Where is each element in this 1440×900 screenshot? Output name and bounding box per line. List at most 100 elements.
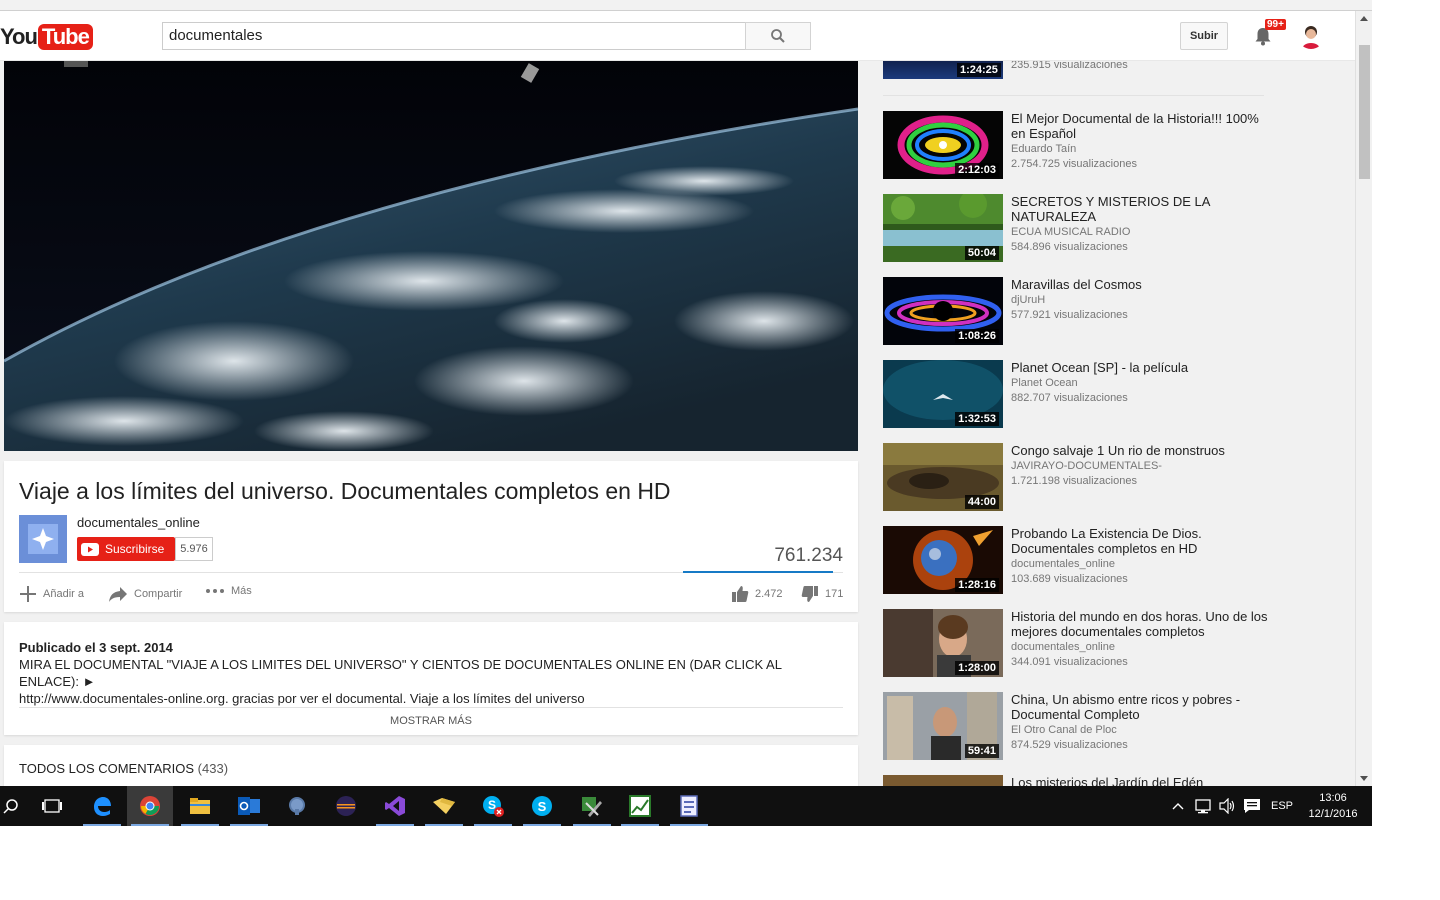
video-title[interactable]: El Mejor Documental de la Historia!!! 10…	[1011, 111, 1273, 141]
related-duration-top: 1:24:25	[957, 63, 1001, 77]
scroll-up-arrow-icon[interactable]	[1360, 16, 1368, 21]
video-thumbnail[interactable]: 1:32:53	[883, 360, 1003, 428]
description-text: MIRA EL DOCUMENTAL "VIAJE A LOS LIMITES …	[19, 656, 839, 707]
taskbar-running-indicator	[425, 824, 463, 826]
dislike-button[interactable]: 171	[801, 585, 843, 603]
taskbar-running-indicator	[621, 824, 659, 826]
scroll-down-arrow-icon[interactable]	[1360, 776, 1368, 781]
search-button[interactable]	[745, 22, 811, 50]
document-app-icon[interactable]	[666, 786, 712, 826]
video-views: 1.721.198 visualizaciones	[1011, 475, 1137, 487]
channel-name[interactable]: documentales_online	[77, 515, 200, 530]
related-video-item[interactable]: 50:04 SECRETOS Y MISTERIOS DE LA NATURAL…	[883, 194, 1273, 264]
video-title[interactable]: Maravillas del Cosmos	[1011, 277, 1273, 292]
video-title[interactable]: China, Un abismo entre ricos y pobres - …	[1011, 692, 1273, 722]
video-views: 584.896 visualizaciones	[1011, 241, 1128, 253]
show-hidden-icons-chevron-icon[interactable]	[1172, 786, 1184, 826]
related-video-item[interactable]: 2:12:03 El Mejor Documental de la Histor…	[883, 111, 1273, 181]
folder-app-icon[interactable]	[421, 786, 467, 826]
video-thumbnail[interactable]: 50:04	[883, 194, 1003, 262]
description-card: Publicado el 3 sept. 2014 MIRA EL DOCUME…	[4, 622, 858, 735]
task-view-icon[interactable]	[29, 786, 75, 826]
video-channel: Eduardo Taín	[1011, 143, 1077, 155]
file-explorer-icon[interactable]	[177, 786, 223, 826]
video-channel: JAVIRAYO-DOCUMENTALES-	[1011, 460, 1162, 472]
video-title[interactable]: Probando La Existencia De Dios. Document…	[1011, 526, 1273, 556]
video-duration: 1:28:00	[955, 661, 999, 675]
chrome-browser-icon[interactable]	[127, 786, 173, 826]
video-channel: El Otro Canal de Ploc	[1011, 724, 1117, 736]
like-button[interactable]: 2.472	[731, 585, 783, 603]
chart-app-icon[interactable]	[617, 786, 663, 826]
add-to-button[interactable]: Añadir a	[19, 585, 84, 603]
subscriber-count: 5.976	[175, 537, 213, 561]
video-views: 2.754.725 visualizaciones	[1011, 158, 1137, 170]
related-video-item[interactable]: 1:28:00 Historia del mundo en dos horas.…	[883, 609, 1273, 679]
subscribe-button[interactable]: Suscribirse	[77, 537, 175, 561]
action-center-icon[interactable]	[1243, 786, 1261, 826]
video-thumbnail[interactable]: 2:12:03	[883, 111, 1003, 179]
video-channel: ECUA MUSICAL RADIO	[1011, 226, 1131, 238]
video-title[interactable]: Historia del mundo en dos horas. Uno de …	[1011, 609, 1273, 639]
youtube-logo[interactable]: You Tube	[0, 23, 93, 51]
video-thumbnail[interactable]: 59:41	[883, 692, 1003, 760]
description-link-line[interactable]: http://www.documentales-online.org. grac…	[19, 690, 839, 707]
video-thumbnail[interactable]: 1:28:00	[883, 609, 1003, 677]
video-title[interactable]: Planet Ocean [SP] - la película	[1011, 360, 1273, 375]
bookmarks-bar	[0, 0, 1372, 11]
volume-icon[interactable]	[1218, 786, 1236, 826]
page-scrollbar[interactable]	[1355, 11, 1372, 786]
video-thumbnail[interactable]: 44:00	[883, 443, 1003, 511]
related-video-item[interactable]: 1:32:53 Planet Ocean [SP] - la película …	[883, 360, 1273, 430]
video-views: 577.921 visualizaciones	[1011, 309, 1128, 321]
subscribe-label: Suscribirse	[105, 542, 165, 556]
video-views: 103.689 visualizaciones	[1011, 573, 1128, 585]
video-title[interactable]: SECRETOS Y MISTERIOS DE LA NATURALEZA	[1011, 194, 1273, 224]
related-video-item[interactable]: 1:08:26 Maravillas del Cosmos djUruH 577…	[883, 277, 1273, 347]
description-line-1: MIRA EL DOCUMENTAL "VIAJE A LOS LIMITES …	[19, 657, 782, 689]
user-avatar[interactable]	[1298, 23, 1324, 49]
more-actions-button[interactable]: Más	[205, 585, 252, 597]
show-more-button[interactable]: MOSTRAR MÁS	[4, 715, 858, 727]
share-button[interactable]: Compartir	[108, 585, 182, 603]
related-video-item[interactable]: 44:00 Congo salvaje 1 Un rio de monstruo…	[883, 443, 1273, 513]
taskbar-running-indicator	[230, 824, 268, 826]
more-dots-icon	[206, 589, 224, 593]
video-title[interactable]: Los misterios del Jardín del Edén	[1011, 775, 1273, 786]
network-icon[interactable]	[1195, 786, 1213, 826]
edge-browser-icon[interactable]	[79, 786, 125, 826]
channel-avatar[interactable]	[19, 515, 67, 563]
plus-icon	[20, 586, 36, 602]
skype-icon[interactable]: S	[519, 786, 565, 826]
sentiment-bar-likes	[683, 571, 833, 573]
eclipse-icon[interactable]	[323, 786, 369, 826]
description-divider	[19, 707, 843, 708]
comments-header: TODOS LOS COMENTARIOS (433)	[19, 761, 228, 776]
thumbs-down-icon	[801, 586, 818, 602]
visual-studio-icon[interactable]	[372, 786, 418, 826]
taskbar-running-indicator	[376, 824, 414, 826]
masthead: You Tube documentales Subir 99+	[0, 11, 1355, 61]
skype-alert-icon[interactable]: S	[470, 786, 516, 826]
share-arrow-icon	[109, 587, 127, 602]
related-video-item[interactable]: 1:28:16 Probando La Existencia De Dios. …	[883, 526, 1273, 596]
search-input[interactable]: documentales	[162, 22, 746, 50]
video-thumbnail[interactable]	[883, 775, 1003, 786]
tools-app-icon[interactable]	[569, 786, 615, 826]
upload-button[interactable]: Subir	[1180, 22, 1228, 50]
video-player[interactable]	[4, 61, 858, 451]
related-video-item[interactable]: 59:41 China, Un abismo entre ricos y pob…	[883, 692, 1273, 762]
thumbs-up-icon	[732, 586, 749, 602]
outlook-icon[interactable]	[226, 786, 272, 826]
input-language[interactable]: ESP	[1271, 786, 1293, 826]
publish-date: Publicado el 3 sept. 2014	[19, 640, 173, 655]
postgresql-icon[interactable]	[274, 786, 320, 826]
related-video-item[interactable]: Los misterios del Jardín del Edén	[883, 775, 1273, 786]
video-title[interactable]: Congo salvaje 1 Un rio de monstruos	[1011, 443, 1273, 458]
video-frame-earth	[4, 61, 858, 451]
video-thumbnail[interactable]: 1:28:16	[883, 526, 1003, 594]
system-clock[interactable]: 13:06 12/1/2016	[1304, 790, 1362, 822]
dislike-count: 171	[825, 588, 844, 600]
scrollbar-thumb[interactable]	[1359, 45, 1370, 179]
video-thumbnail[interactable]: 1:08:26	[883, 277, 1003, 345]
